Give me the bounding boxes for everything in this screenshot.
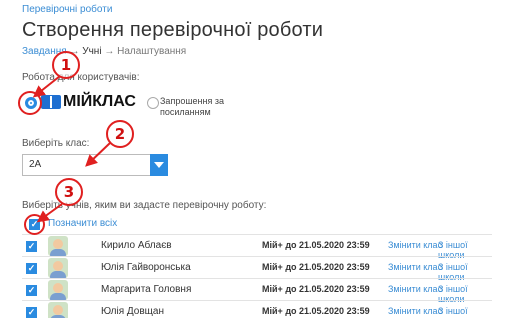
annotation-arrow-3	[36, 203, 63, 223]
annotation-ring-radio	[18, 91, 42, 115]
annotation-arrow-1	[32, 75, 61, 98]
annotation-ring-checkbox	[24, 214, 45, 235]
annotation-arrow-2	[85, 142, 111, 167]
annotation-marker-2: 2	[106, 120, 134, 148]
annotation-marker-3: 3	[55, 178, 83, 206]
annotation-marker-1: 1	[52, 51, 80, 79]
annotation-arrows	[32, 75, 111, 223]
